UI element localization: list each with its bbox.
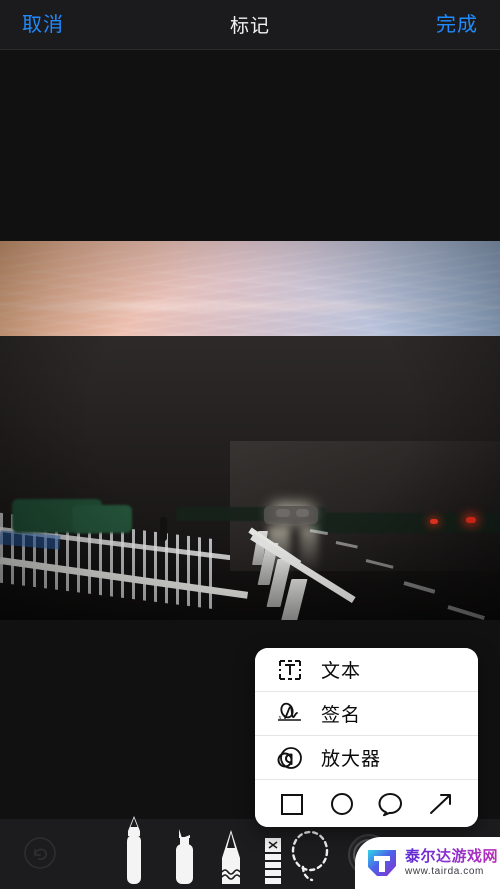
cyclist-silhouette — [160, 517, 167, 541]
marker-tool-icon[interactable] — [166, 826, 202, 889]
magnifier-icon — [273, 743, 307, 773]
square-shape-icon[interactable] — [273, 787, 311, 821]
watermark-url: www.tairda.com — [405, 865, 484, 877]
pencil-tool-icon[interactable] — [214, 828, 248, 889]
site-watermark: 泰尔达游戏网 www.tairda.com — [355, 837, 500, 889]
watermark-site-name: 泰尔达游戏网 — [405, 847, 499, 865]
menu-item-magnifier[interactable]: 放大器 — [255, 736, 478, 780]
signature-icon: x — [273, 699, 307, 729]
speech-bubble-shape-icon[interactable] — [372, 787, 410, 821]
svg-text:x: x — [279, 715, 282, 721]
car-taillight — [430, 519, 438, 524]
watermark-text: 泰尔达游戏网 www.tairda.com — [405, 847, 499, 877]
top-navigation-bar: 取消 标记 完成 — [0, 0, 500, 50]
menu-item-label: 文本 — [321, 661, 362, 682]
done-button[interactable]: 完成 — [436, 15, 478, 35]
circle-shape-icon[interactable] — [323, 787, 361, 821]
text-box-icon — [273, 655, 307, 685]
page-title: 标记 — [229, 16, 270, 37]
markup-tool-menu[interactable]: 文本 x 签名 放大器 — [255, 648, 478, 827]
car-body — [264, 506, 318, 524]
eraser-tool-icon[interactable] — [258, 836, 288, 889]
menu-item-label: 签名 — [321, 705, 362, 726]
arrow-shape-icon[interactable] — [422, 787, 460, 821]
menu-item-text[interactable]: 文本 — [255, 648, 478, 692]
tairda-shield-logo — [365, 846, 399, 880]
photo-image[interactable] — [0, 241, 500, 620]
lasso-tool-icon[interactable] — [287, 827, 333, 883]
shape-tool-row — [255, 780, 478, 827]
car-taillight — [466, 517, 476, 523]
cloud-band — [0, 301, 500, 311]
menu-item-signature[interactable]: x 签名 — [255, 692, 478, 736]
hedge-row — [310, 513, 500, 533]
menu-item-label: 放大器 — [321, 749, 382, 770]
undo-button[interactable] — [22, 835, 58, 871]
pen-tool-icon[interactable] — [116, 814, 152, 889]
markup-screen: 取消 标记 完成 文本 x 签名 放大器 泰尔达游戏网 www.tairda.c… — [0, 0, 500, 889]
green-awning — [72, 505, 132, 533]
